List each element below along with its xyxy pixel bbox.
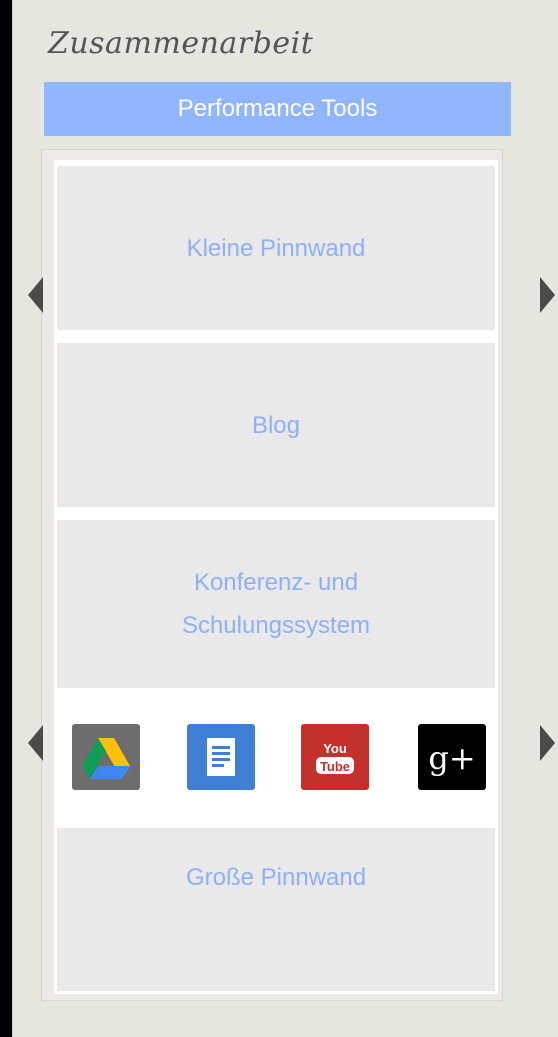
carousel-next-arrow-icon[interactable] — [540, 277, 555, 313]
panel-title: Zusammenarbeit — [48, 26, 314, 61]
youtube-text-top: You — [323, 741, 347, 756]
carousel-prev-arrow-icon[interactable] — [28, 277, 43, 313]
tool-tile-blog[interactable]: Blog — [57, 343, 495, 507]
youtube-text-bottom: Tube — [320, 759, 350, 774]
icons-next-arrow-icon[interactable] — [540, 725, 555, 761]
app-icon-row: You Tube g+ — [57, 690, 495, 825]
google-plus-text: g+ — [428, 739, 475, 777]
google-docs-icon[interactable] — [187, 724, 255, 790]
tool-tile-kleine-pinnwand[interactable]: Kleine Pinnwand — [57, 166, 495, 330]
tool-tile-konferenz[interactable]: Konferenz- und Schulungssystem — [57, 520, 495, 688]
tool-tile-grosse-pinnwand[interactable]: Große Pinnwand — [57, 828, 495, 991]
google-plus-icon[interactable]: g+ — [418, 724, 486, 790]
youtube-icon[interactable]: You Tube — [301, 724, 369, 790]
google-drive-icon[interactable] — [72, 724, 140, 790]
icons-prev-arrow-icon[interactable] — [28, 725, 43, 761]
tab-performance-tools[interactable]: Performance Tools — [44, 82, 511, 136]
